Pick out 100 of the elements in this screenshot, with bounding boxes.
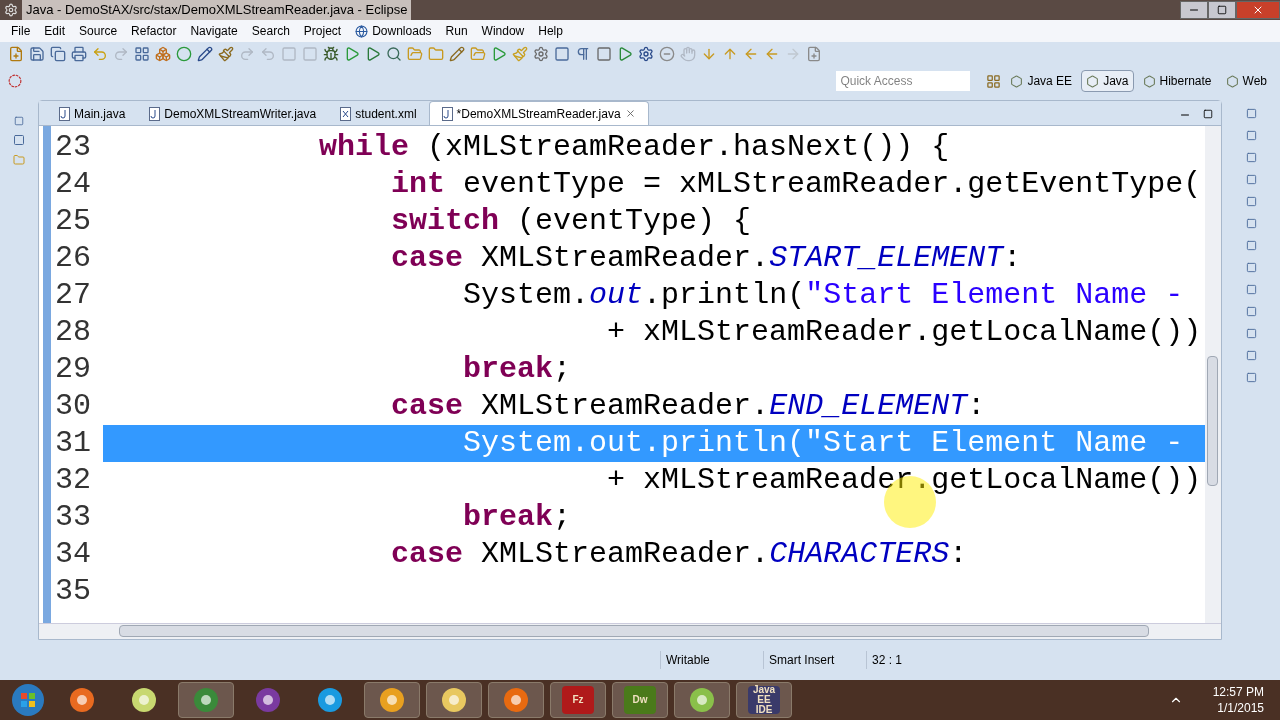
taskbar-app[interactable]: Fz (550, 682, 606, 718)
code-line: int eventType = xMLStreamReader.getEventType( (390, 166, 1202, 203)
menu-item[interactable]: Source (72, 22, 125, 40)
editor-tab[interactable]: Main.java (47, 103, 138, 125)
folder-icon[interactable] (428, 46, 444, 62)
folder-icon[interactable] (407, 46, 423, 62)
perspective-button[interactable]: Hibernate (1137, 70, 1217, 92)
view-icon[interactable] (1245, 152, 1257, 163)
hand-icon[interactable] (680, 46, 696, 62)
progress-icon[interactable] (8, 74, 22, 88)
editor-tab[interactable]: *DemoXMLStreamReader.java (428, 101, 649, 125)
code-line: System.out.println("Start Element Name - (462, 277, 1184, 314)
view-icon[interactable] (1245, 174, 1257, 185)
view-icon[interactable] (1245, 328, 1257, 339)
app-icon (316, 686, 344, 714)
taskbar-app[interactable] (426, 682, 482, 718)
taskbar-app[interactable]: Dw (612, 682, 668, 718)
view-icon[interactable] (1245, 108, 1257, 119)
perspective-button[interactable]: Java (1081, 70, 1134, 92)
folder-icon[interactable] (13, 154, 25, 166)
perspective-button[interactable]: Web (1220, 70, 1272, 92)
run-icon[interactable] (365, 46, 381, 62)
arrow-up-icon[interactable] (722, 46, 738, 62)
menu-item[interactable]: File (4, 22, 38, 40)
close-icon[interactable] (624, 108, 636, 119)
taskbar-app[interactable] (364, 682, 420, 718)
arrow-down-icon[interactable] (701, 46, 717, 62)
view-icon[interactable] (1245, 196, 1257, 207)
code-line: while (xMLStreamReader.hasNext()) { (318, 129, 950, 166)
brush-icon[interactable] (218, 46, 234, 62)
view-icon[interactable] (1245, 284, 1257, 295)
package-icon[interactable] (13, 134, 25, 146)
save-icon[interactable] (29, 46, 45, 62)
circle-icon[interactable] (176, 46, 192, 62)
view-icon[interactable] (1245, 240, 1257, 251)
view-icon[interactable] (1245, 218, 1257, 229)
undo-icon[interactable] (260, 46, 276, 62)
menu-item[interactable]: Navigate (183, 22, 245, 40)
brush-icon[interactable] (512, 46, 528, 62)
new-file-icon[interactable] (8, 46, 24, 62)
window-title: Java - DemoStAX/src/stax/DemoXMLStreamReader.java - Eclipse (22, 0, 412, 20)
menu-item[interactable]: Window (474, 22, 532, 40)
run-icon[interactable] (344, 46, 360, 62)
grid-icon[interactable] (134, 46, 150, 62)
menu-item[interactable]: Downloads (348, 22, 439, 40)
line-number: 26 (54, 240, 92, 277)
menu-item[interactable]: Run (438, 22, 475, 40)
copy-icon[interactable] (50, 46, 66, 62)
java-file-icon (441, 106, 453, 121)
minimize-button[interactable] (1180, 1, 1208, 19)
line-number: 25 (54, 203, 92, 240)
vertical-scrollbar[interactable] (1205, 126, 1221, 623)
perspective-button[interactable]: Java EE (1005, 70, 1078, 92)
horizontal-scrollbar[interactable] (39, 623, 1221, 639)
taskbar-app[interactable] (488, 682, 544, 718)
start-button[interactable] (11, 683, 45, 717)
editor-tab[interactable]: DemoXMLStreamWriter.java (137, 103, 329, 125)
menu-item[interactable]: Edit (37, 22, 73, 40)
line-number: 28 (54, 314, 92, 351)
redo-icon[interactable] (113, 46, 129, 62)
editor-tab[interactable]: student.xml (328, 103, 429, 125)
quick-access-field[interactable]: Quick Access (836, 71, 971, 91)
folder-icon[interactable] (470, 46, 486, 62)
maximize-button[interactable] (1208, 1, 1236, 19)
bug-icon[interactable] (323, 46, 339, 62)
run-icon[interactable] (491, 46, 507, 62)
restore-icon[interactable] (14, 116, 24, 126)
boxes-icon[interactable] (155, 46, 171, 62)
menu-item[interactable]: Refactor (124, 22, 184, 40)
search-icon[interactable] (386, 46, 402, 62)
view-icon[interactable] (1245, 350, 1257, 361)
undo-icon[interactable] (92, 46, 108, 62)
square-icon[interactable] (554, 46, 570, 62)
maximize-icon[interactable] (1203, 109, 1213, 119)
menu-item[interactable]: Project (296, 22, 349, 40)
taskbar-app[interactable] (674, 682, 730, 718)
maximize-icon (1217, 5, 1227, 15)
open-perspective-icon[interactable] (986, 73, 1002, 89)
redo-icon[interactable] (239, 46, 255, 62)
menu-item[interactable]: Help (531, 22, 570, 40)
new-file-icon[interactable] (806, 46, 822, 62)
clock-date: 1/1/2015 (1217, 700, 1264, 716)
taskbar-app[interactable] (178, 682, 234, 718)
pencil-icon[interactable] (197, 46, 213, 62)
pilcrow-icon[interactable] (575, 46, 591, 62)
square-icon[interactable] (596, 46, 612, 62)
taskbar-app[interactable]: Java EE IDE (736, 682, 792, 718)
menu-item[interactable]: Search (244, 22, 297, 40)
view-icon[interactable] (1245, 306, 1257, 317)
view-icon[interactable] (1245, 130, 1257, 141)
gear-icon[interactable] (533, 46, 549, 62)
stop-icon[interactable] (659, 46, 675, 62)
pencil-icon[interactable] (449, 46, 465, 62)
line-number: 24 (54, 166, 92, 203)
view-icon[interactable] (1245, 372, 1257, 383)
run-icon[interactable] (617, 46, 633, 62)
view-icon[interactable] (1245, 262, 1257, 273)
line-number: 34 (54, 536, 92, 573)
gear-icon[interactable] (638, 46, 654, 62)
printer-icon[interactable] (71, 46, 87, 62)
